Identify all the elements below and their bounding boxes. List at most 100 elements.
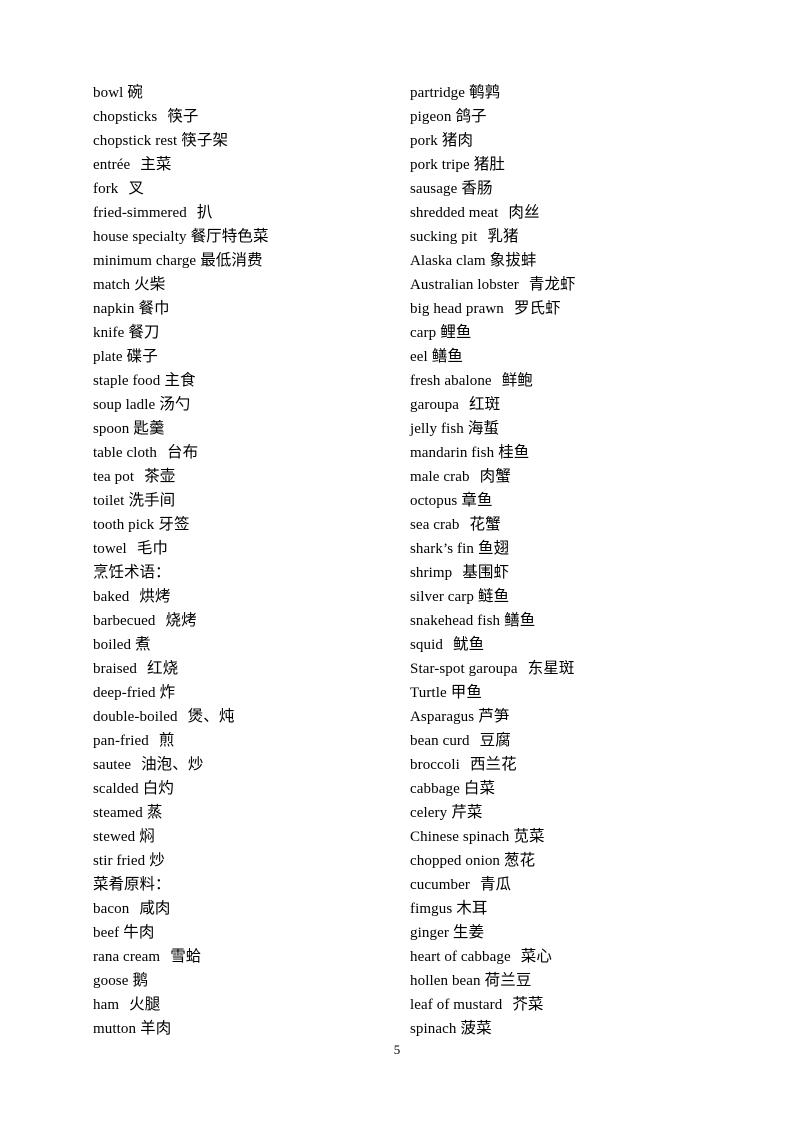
- entry-term-english: double-boiled: [93, 709, 178, 725]
- entry-term-english: broccoli: [410, 757, 460, 773]
- entry-term-english: beef: [93, 925, 120, 941]
- entry-term-english: fried-simmered: [93, 205, 187, 221]
- glossary-entry: snakehead fish 鳝鱼: [410, 608, 730, 632]
- glossary-entry: toilet 洗手间: [93, 488, 393, 512]
- entry-term-chinese: 毛巾: [136, 539, 169, 557]
- entry-term-english: table cloth: [93, 445, 157, 461]
- entry-term-english: jelly fish: [410, 421, 464, 437]
- glossary-entry: sautee 油泡、炒: [93, 752, 393, 776]
- entry-term-english: sausage: [410, 181, 458, 197]
- glossary-entry: braised 红烧: [93, 656, 393, 680]
- entry-term-english: mandarin fish: [410, 445, 495, 461]
- entry-term-english: boiled: [93, 637, 132, 653]
- entry-term-chinese: 菜心: [520, 947, 552, 965]
- glossary-entry: pigeon 鸽子: [410, 104, 730, 128]
- glossary-entry: Turtle 甲鱼: [410, 680, 730, 704]
- glossary-entry: staple food 主食: [93, 368, 393, 392]
- entry-term-chinese: 红烧: [147, 659, 179, 677]
- glossary-entry: stir fried 炒: [93, 848, 393, 872]
- glossary-column-left: bowl 碗 chopsticks 筷子 chopstick rest 筷子架 entrée…: [93, 80, 393, 1040]
- entry-term-chinese: 油泡、炒: [141, 755, 204, 773]
- glossary-entry: tooth pick 牙签: [93, 512, 393, 536]
- entry-term-chinese: 蒸: [146, 803, 163, 821]
- entry-term-chinese: 芥菜: [512, 995, 544, 1013]
- entry-term-english: carp: [410, 325, 437, 341]
- glossary-entry: garoupa 红斑: [410, 392, 730, 416]
- entry-term-english: male crab: [410, 469, 470, 485]
- glossary-entry: napkin 餐巾: [93, 296, 393, 320]
- entry-term-english: Alaska clam: [410, 253, 486, 269]
- entry-term-english: bowl: [93, 85, 124, 101]
- entry-term-chinese: 菠菜: [460, 1019, 492, 1037]
- entry-term-chinese: 鸽子: [455, 107, 487, 125]
- glossary-entry: minimum charge 最低消费: [93, 248, 393, 272]
- glossary-entry: deep-fried 炸: [93, 680, 393, 704]
- entry-term-english: octopus: [410, 493, 458, 509]
- glossary-entry: sucking pit 乳猪: [410, 224, 730, 248]
- entry-term-english: tea pot: [93, 469, 135, 485]
- glossary-entry: shrimp 基围虾: [410, 560, 730, 584]
- glossary-entry: table cloth 台布: [93, 440, 393, 464]
- entry-term-english: fimgus: [410, 901, 453, 917]
- glossary-entry: house specialty 餐厅特色菜: [93, 224, 393, 248]
- glossary-entry: double-boiled 煲、炖: [93, 704, 393, 728]
- entry-term-chinese: 雪蛤: [170, 947, 202, 965]
- glossary-entry: steamed 蒸: [93, 800, 393, 824]
- glossary-entry: chopsticks 筷子: [93, 104, 393, 128]
- entry-term-chinese: 桂鱼: [498, 443, 530, 461]
- entry-term-english: hollen bean: [410, 973, 481, 989]
- glossary-entry: heart of cabbage 菜心: [410, 944, 730, 968]
- entry-term-chinese: 碗: [127, 83, 144, 101]
- entry-term-chinese: 炸: [159, 683, 176, 701]
- entry-term-chinese: 羊肉: [140, 1019, 172, 1037]
- entry-term-chinese: 汤勺: [159, 395, 191, 413]
- entry-term-english: pan-fried: [93, 733, 149, 749]
- entry-term-english: stir fried: [93, 853, 146, 869]
- entry-term-chinese: 匙羹: [133, 419, 165, 437]
- entry-term-english: cucumber: [410, 877, 470, 893]
- entry-term-english: Star-spot garoupa: [410, 661, 518, 677]
- glossary-entry: silver carp 鲢鱼: [410, 584, 730, 608]
- entry-term-english: staple food: [93, 373, 161, 389]
- glossary-entry: Alaska clam 象拔蚌: [410, 248, 730, 272]
- entry-term-english: plate: [93, 349, 123, 365]
- entry-term-chinese: 花蟹: [469, 515, 501, 533]
- entry-term-chinese: 白灼: [142, 779, 174, 797]
- entry-term-chinese: 海蜇: [467, 419, 500, 437]
- entry-term-english: barbecued: [93, 613, 156, 629]
- section-heading: 菜肴原料：: [93, 875, 171, 893]
- entry-term-english: shredded meat: [410, 205, 499, 221]
- entry-term-chinese: 鱼翅: [478, 539, 510, 557]
- entry-term-chinese: 煮: [135, 635, 151, 653]
- entry-term-chinese: 台布: [167, 443, 199, 461]
- entry-term-english: sucking pit: [410, 229, 478, 245]
- glossary-entry: rana cream 雪蛤: [93, 944, 393, 968]
- glossary-entry: tea pot 茶壶: [93, 464, 393, 488]
- glossary-entry: fried-simmered 扒: [93, 200, 393, 224]
- glossary-entry: pan-fried 煎: [93, 728, 393, 752]
- glossary-entry: hollen bean 荷兰豆: [410, 968, 730, 992]
- entry-term-chinese: 火柴: [134, 275, 166, 293]
- glossary-entry: soup ladle 汤勺: [93, 392, 393, 416]
- entry-term-english: stewed: [93, 829, 136, 845]
- glossary-entry: match 火柴: [93, 272, 393, 296]
- page-number: 5: [393, 1042, 401, 1057]
- glossary-entry: goose 鹅: [93, 968, 393, 992]
- entry-term-chinese: 炒: [149, 851, 165, 869]
- section-heading: 烹饪术语：: [93, 563, 171, 581]
- entry-term-chinese: 鲢鱼: [478, 587, 510, 605]
- entry-term-chinese: 餐刀: [128, 323, 160, 341]
- glossary-entry: mandarin fish 桂鱼: [410, 440, 730, 464]
- entry-term-english: entrée: [93, 157, 131, 173]
- entry-term-english: big head prawn: [410, 301, 504, 317]
- entry-term-english: chopped onion: [410, 853, 501, 869]
- glossary-entry: scalded 白灼: [93, 776, 393, 800]
- entry-term-chinese: 咸肉: [139, 899, 171, 917]
- glossary-entry: ham 火腿: [93, 992, 393, 1016]
- glossary-entry: sausage 香肠: [410, 176, 730, 200]
- entry-term-english: garoupa: [410, 397, 460, 413]
- glossary-entry: bowl 碗: [93, 80, 393, 104]
- entry-term-chinese: 木耳: [456, 899, 488, 917]
- entry-term-english: house specialty: [93, 229, 187, 245]
- entry-term-english: mutton: [93, 1021, 137, 1037]
